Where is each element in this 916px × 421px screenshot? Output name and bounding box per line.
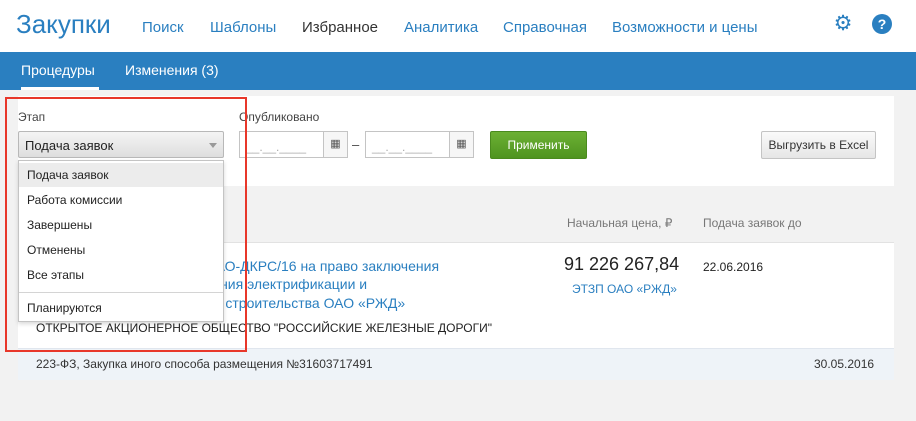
organization-name: ОТКРЫТОЕ АКЦИОНЕРНОЕ ОБЩЕСТВО "РОССИЙСКИ… — [36, 321, 492, 335]
nav-favorites[interactable]: Избранное — [302, 19, 404, 36]
help-icon[interactable]: ? — [872, 14, 892, 34]
dropdown-option-all[interactable]: Все этапы — [19, 263, 223, 287]
calendar-icon[interactable]: ▦ — [323, 132, 347, 157]
deadline-date: 22.06.2016 — [703, 260, 764, 274]
date-separator: – — [352, 137, 360, 152]
dropdown-divider — [19, 292, 223, 293]
procedure-title-line-1[interactable]: ОАО-ДКРС/16 на право заключения — [205, 258, 439, 274]
dropdown-option-completed[interactable]: Завершены — [19, 213, 223, 237]
stage-label: Этап — [18, 110, 46, 124]
dropdown-option-commission[interactable]: Работа комиссии — [19, 188, 223, 212]
nav-analytics[interactable]: Аналитика — [404, 19, 503, 36]
nav-features-prices[interactable]: Возможности и цены — [612, 19, 758, 36]
dropdown-option-cancelled[interactable]: Отменены — [19, 238, 223, 262]
apply-button[interactable]: Применить — [490, 131, 587, 159]
brand-title[interactable]: Закупки — [16, 9, 111, 40]
stage-select[interactable]: Подача заявок — [18, 131, 224, 158]
date-from-input[interactable]: __.__.____ ▦ — [239, 131, 348, 158]
column-deadline: Подача заявок до — [703, 216, 802, 230]
date-from-placeholder: __.__.____ — [246, 140, 307, 154]
calendar-icon[interactable]: ▦ — [449, 132, 473, 157]
publish-date: 30.05.2016 — [814, 357, 875, 371]
platform-link[interactable]: ЭТЗП ОАО «РЖД» — [572, 282, 677, 296]
tab-changes[interactable]: Изменения (3) — [125, 52, 219, 90]
date-to-placeholder: __.__.____ — [372, 140, 433, 154]
export-excel-button[interactable]: Выгрузить в Excel — [761, 131, 876, 159]
date-to-input[interactable]: __.__.____ ▦ — [365, 131, 474, 158]
nav-templates[interactable]: Шаблоны — [210, 19, 302, 36]
top-header: Закупки Поиск Шаблоны Избранное Аналитик… — [0, 0, 916, 52]
stage-select-value: Подача заявок — [25, 138, 114, 153]
dropdown-option-planned[interactable]: Планируются — [19, 296, 223, 320]
published-label: Опубликовано — [239, 110, 320, 124]
main-nav: Поиск Шаблоны Избранное Аналитика Справо… — [142, 19, 758, 36]
nav-search[interactable]: Поиск — [142, 19, 210, 36]
tab-procedures[interactable]: Процедуры — [21, 52, 99, 90]
procedure-info: 223-ФЗ, Закупка иного способа размещения… — [36, 357, 373, 371]
procedure-title-line-3[interactable]: ты строительства ОАО «РЖД» — [205, 295, 405, 311]
nav-reference[interactable]: Справочная — [503, 19, 612, 36]
sub-nav: Процедуры Изменения (3) — [0, 52, 916, 90]
column-price: Начальная цена, ₽ — [567, 216, 673, 230]
chevron-down-icon — [209, 143, 217, 148]
start-price: 91 226 267,84 — [564, 254, 680, 274]
dropdown-option-submission[interactable]: Подача заявок — [19, 163, 223, 187]
procedure-title-line-2[interactable]: вания электрификации и — [205, 276, 367, 292]
stage-dropdown-list: Подача заявок Работа комиссии Завершены … — [18, 160, 224, 322]
gear-icon[interactable]: ⚙ — [833, 13, 853, 34]
